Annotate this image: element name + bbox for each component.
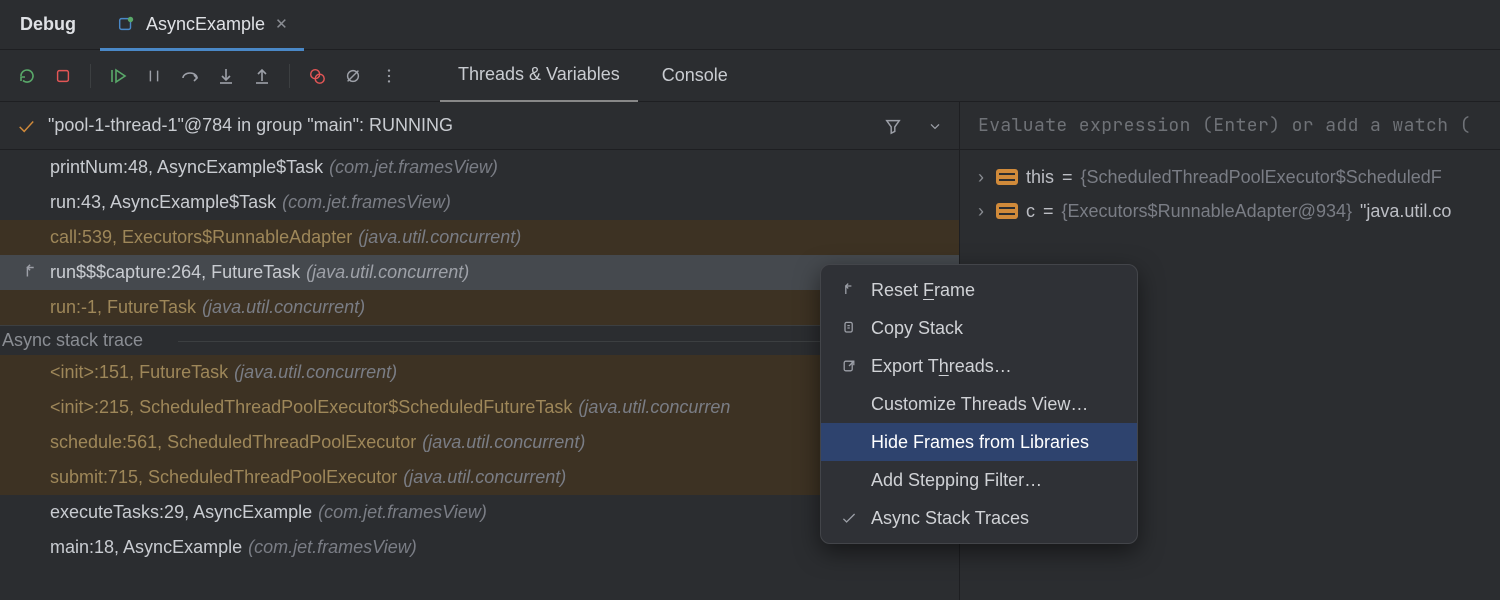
reset-icon bbox=[839, 282, 859, 298]
context-menu: Reset Frame Copy Stack Export Threads… C… bbox=[820, 264, 1138, 544]
stack-frame[interactable]: printNum:48, AsyncExample$Task(com.jet.f… bbox=[0, 150, 959, 185]
pause-button[interactable] bbox=[139, 61, 169, 91]
stack-frame-selected[interactable]: run$$$capture:264, FutureTask(java.util.… bbox=[0, 255, 959, 290]
thread-status[interactable]: "pool-1-thread-1"@784 in group "main": R… bbox=[48, 115, 453, 136]
evaluate-expression-input[interactable]: Evaluate expression (Enter) or add a wat… bbox=[960, 102, 1500, 150]
menu-reset-frame[interactable]: Reset Frame bbox=[821, 271, 1137, 309]
more-button[interactable] bbox=[374, 61, 404, 91]
step-into-button[interactable] bbox=[211, 61, 241, 91]
menu-async-stack-traces[interactable]: Async Stack Traces bbox=[821, 499, 1137, 537]
async-section-label: Async stack trace bbox=[0, 325, 959, 355]
resume-button[interactable] bbox=[103, 61, 133, 91]
tab-threads-variables[interactable]: Threads & Variables bbox=[440, 50, 638, 102]
stack-frame[interactable]: run:-1, FutureTask(java.util.concurrent) bbox=[0, 290, 959, 325]
separator bbox=[90, 64, 91, 88]
rerun-button[interactable] bbox=[12, 61, 42, 91]
variable-row[interactable]: › c = {Executors$RunnableAdapter@934} "j… bbox=[974, 194, 1500, 228]
close-icon[interactable]: ✕ bbox=[275, 15, 288, 33]
stack-frame[interactable]: main:18, AsyncExample(com.jet.framesView… bbox=[0, 530, 959, 565]
stack-frame[interactable]: executeTasks:29, AsyncExample(com.jet.fr… bbox=[0, 495, 959, 530]
view-breakpoints-button[interactable] bbox=[302, 61, 332, 91]
stop-button[interactable] bbox=[48, 61, 78, 91]
check-icon bbox=[16, 116, 36, 136]
object-icon bbox=[996, 203, 1018, 219]
stack-frame[interactable]: <init>:151, FutureTask(java.util.concurr… bbox=[0, 355, 959, 390]
tab-console[interactable]: Console bbox=[644, 50, 746, 102]
debug-title: Debug bbox=[16, 14, 94, 35]
stack-frame[interactable]: <init>:215, ScheduledThreadPoolExecutor$… bbox=[0, 390, 959, 425]
check-icon bbox=[839, 510, 859, 526]
copy-icon bbox=[839, 320, 859, 336]
stack-frame[interactable]: submit:715, ScheduledThreadPoolExecutor(… bbox=[0, 460, 959, 495]
chevron-down-icon[interactable] bbox=[925, 116, 945, 136]
file-tab-label: AsyncExample bbox=[146, 14, 265, 35]
menu-copy-stack[interactable]: Copy Stack bbox=[821, 309, 1137, 347]
menu-add-stepping-filter[interactable]: Add Stepping Filter… bbox=[821, 461, 1137, 499]
expand-icon[interactable]: › bbox=[974, 201, 988, 222]
stack-frame[interactable]: call:539, Executors$RunnableAdapter(java… bbox=[0, 220, 959, 255]
filter-icon[interactable] bbox=[883, 116, 903, 136]
step-out-button[interactable] bbox=[247, 61, 277, 91]
run-config-icon bbox=[116, 14, 136, 34]
object-icon bbox=[996, 169, 1018, 185]
stack-frame[interactable]: schedule:561, ScheduledThreadPoolExecuto… bbox=[0, 425, 959, 460]
menu-export-threads[interactable]: Export Threads… bbox=[821, 347, 1137, 385]
export-icon bbox=[839, 358, 859, 374]
file-tab[interactable]: AsyncExample ✕ bbox=[100, 1, 304, 51]
menu-hide-frames-libraries[interactable]: Hide Frames from Libraries bbox=[821, 423, 1137, 461]
frames-list[interactable]: printNum:48, AsyncExample$Task(com.jet.f… bbox=[0, 150, 959, 600]
expand-icon[interactable]: › bbox=[974, 167, 988, 188]
reset-frame-icon bbox=[22, 263, 40, 286]
menu-customize-threads[interactable]: Customize Threads View… bbox=[821, 385, 1137, 423]
mute-breakpoints-button[interactable] bbox=[338, 61, 368, 91]
variable-row[interactable]: › this = {ScheduledThreadPoolExecutor$Sc… bbox=[974, 160, 1500, 194]
separator bbox=[289, 64, 290, 88]
stack-frame[interactable]: run:43, AsyncExample$Task(com.jet.frames… bbox=[0, 185, 959, 220]
step-over-button[interactable] bbox=[175, 61, 205, 91]
